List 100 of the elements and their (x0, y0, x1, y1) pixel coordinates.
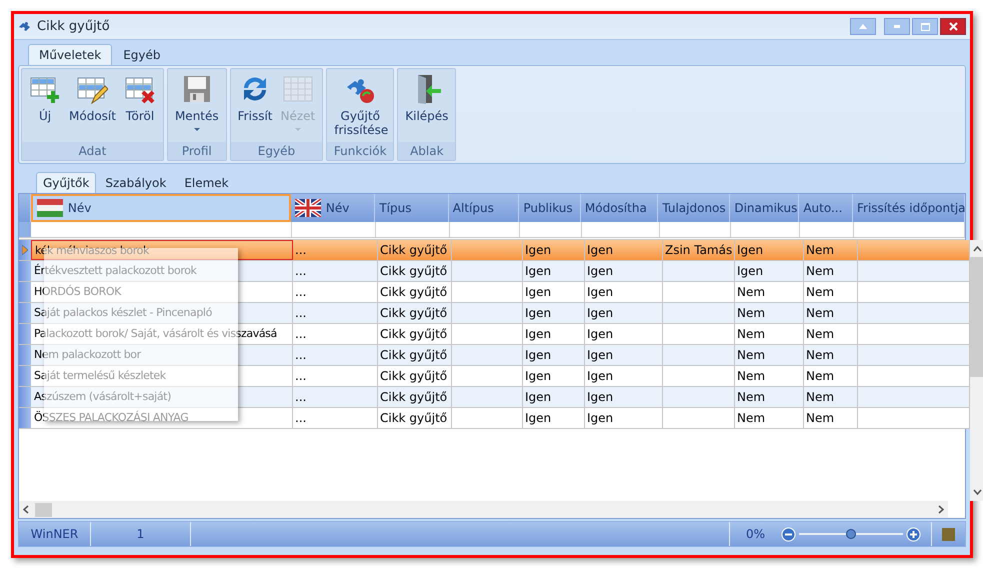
table-row[interactable]: Aszúszem (vásárolt+saját) ... Cikk gyűjtő Igen Igen Nem Nem (19, 387, 970, 408)
minimize-icon (894, 25, 900, 28)
ribbon-button[interactable]: Kilépés (401, 73, 452, 142)
table-cell: Nem (735, 324, 804, 344)
table-cell: ... (293, 303, 378, 323)
table-cell: Nem (804, 282, 858, 302)
column-header[interactable]: Tulajdonos (658, 194, 730, 222)
table-cell: Igen (585, 345, 663, 365)
table-cell: Cikk gyűjtő (378, 387, 452, 407)
table-cell: Nem palackozott bor (31, 345, 293, 365)
column-header[interactable]: Típus (375, 194, 449, 222)
row-header[interactable] (19, 240, 31, 260)
table-cell: Nem (804, 387, 858, 407)
close-button[interactable] (940, 18, 966, 35)
row-header[interactable] (19, 387, 31, 407)
table-cell: Igen (523, 240, 585, 260)
vertical-scrollbar[interactable] (970, 240, 983, 501)
flag-icon (36, 199, 63, 217)
table-cell: Igen (523, 366, 585, 386)
ribbon-collapse-button[interactable] (850, 18, 876, 35)
maximize-icon (920, 22, 930, 30)
table-cell: Nem (735, 303, 804, 323)
table-cell: Nem (804, 324, 858, 344)
table-cell: Cikk gyűjtő (378, 261, 452, 281)
grid-tab[interactable]: Elemek (175, 172, 238, 193)
table-cell: Igen (585, 261, 663, 281)
column-header[interactable]: Altípus (448, 194, 520, 222)
ribbon-group-label: Adat (22, 142, 163, 160)
column-header[interactable]: Frissítés időpontja (852, 194, 965, 222)
window-title: Cikk gyűjtő (37, 18, 110, 36)
table-cell: ... (293, 345, 378, 365)
zoom-percent: 0% (729, 522, 781, 546)
slider-thumb[interactable] (846, 529, 856, 539)
column-header[interactable]: Név (30, 194, 291, 222)
table-cell: Aszúszem (vásárolt+saját) (31, 387, 293, 407)
ribbon-group-label: Ablak (398, 142, 456, 160)
table-row[interactable]: Saját termelésű készletek ... Cikk gyűjtő Igen Igen Nem Nem (19, 366, 970, 387)
table-cell: Igen (735, 240, 804, 260)
table-cell: ... (293, 408, 378, 428)
horizontal-scrollbar[interactable] (19, 501, 948, 518)
table-row[interactable]: Saját palackos készlet - Pincenapló ... Cikk gyűjtő Igen Igen Nem Nem (19, 303, 970, 324)
table-cell: Nem (735, 282, 804, 302)
table-cell: Igen (523, 282, 585, 302)
table-cell: Nem (735, 387, 804, 407)
ribbon-group-label: Funkciók (327, 142, 394, 160)
table-cell: ... (293, 324, 378, 344)
row-header[interactable] (19, 366, 31, 386)
grid-tab[interactable]: Szabályok (96, 172, 176, 193)
column-header[interactable]: Módosítha (580, 194, 658, 222)
table-row[interactable]: Értékvesztett palackozott borok ... Cikk gyűjtő Igen Igen Igen Nem (19, 261, 970, 282)
table-cell: Igen (523, 261, 585, 281)
table-cell: Nem (804, 261, 858, 281)
scrollbar-thumb[interactable] (35, 502, 52, 516)
table-cell: Igen (585, 324, 663, 344)
zoom-in-icon[interactable] (906, 526, 921, 542)
zoom-out-icon[interactable] (781, 526, 796, 542)
row-header[interactable] (19, 261, 31, 281)
table-row[interactable]: ÖSSZES PALACKOZÁSI ANYAG ... Cikk gyűjtő Igen Igen Nem Nem (19, 408, 970, 429)
ribbon-button[interactable]: Mentés (170, 73, 223, 142)
scroll-right-icon (938, 505, 944, 514)
row-header[interactable] (19, 303, 31, 323)
row-header[interactable] (19, 345, 31, 365)
caret-up-icon (859, 24, 867, 29)
status-app-name: WinNER (19, 522, 91, 546)
ribbon-button[interactable]: Töröl (120, 73, 160, 142)
zoom-slider[interactable] (799, 529, 903, 539)
table-cell: Cikk gyűjtő (378, 303, 452, 323)
flag-icon (294, 199, 321, 217)
ribbon-button[interactable]: Módosít (65, 73, 120, 142)
column-header[interactable]: Auto... (799, 194, 853, 222)
table-cell: Igen (585, 282, 663, 302)
table-cell: Nem (735, 366, 804, 386)
ribbon-tab[interactable]: Műveletek (28, 44, 112, 65)
table-cell: Cikk gyűjtő (378, 345, 452, 365)
table-cell: Igen (585, 387, 663, 407)
row-header[interactable] (19, 408, 31, 428)
row-header[interactable] (19, 324, 31, 344)
ribbon-button[interactable]: Frissít (234, 73, 276, 142)
table-cell: Igen (523, 408, 585, 428)
resize-grip-icon[interactable] (942, 528, 955, 540)
minimize-button[interactable] (884, 18, 910, 35)
ribbon-tab[interactable]: Egyéb (112, 44, 172, 65)
row-header[interactable] (19, 282, 31, 302)
grid-tab[interactable]: Gyűjtők (36, 172, 96, 193)
ribbon-button[interactable]: Gyűjtő frissítése (330, 73, 390, 142)
ribbon-button[interactable]: Új (25, 73, 65, 142)
column-header[interactable]: Publikus (519, 194, 581, 222)
scroll-left-icon (23, 505, 29, 514)
dropdown-arrow-icon (294, 128, 301, 131)
table-row[interactable]: Nem palackozott bor ... Cikk gyűjtő Igen Igen Nem Nem (19, 345, 970, 366)
table-cell: ... (293, 240, 378, 260)
table-row[interactable]: HORDÓS BOROK ... Cikk gyűjtő Igen Igen Nem Nem (19, 282, 970, 303)
column-header[interactable]: Név (290, 194, 376, 222)
table-cell: HORDÓS BOROK (31, 282, 293, 302)
close-icon (948, 22, 958, 31)
table-cell: Nem (804, 303, 858, 323)
table-cell: Cikk gyűjtő (378, 324, 452, 344)
scrollbar-thumb[interactable] (970, 257, 983, 377)
table-cell: ... (293, 261, 378, 281)
column-header[interactable]: Dinamikus (730, 194, 800, 222)
